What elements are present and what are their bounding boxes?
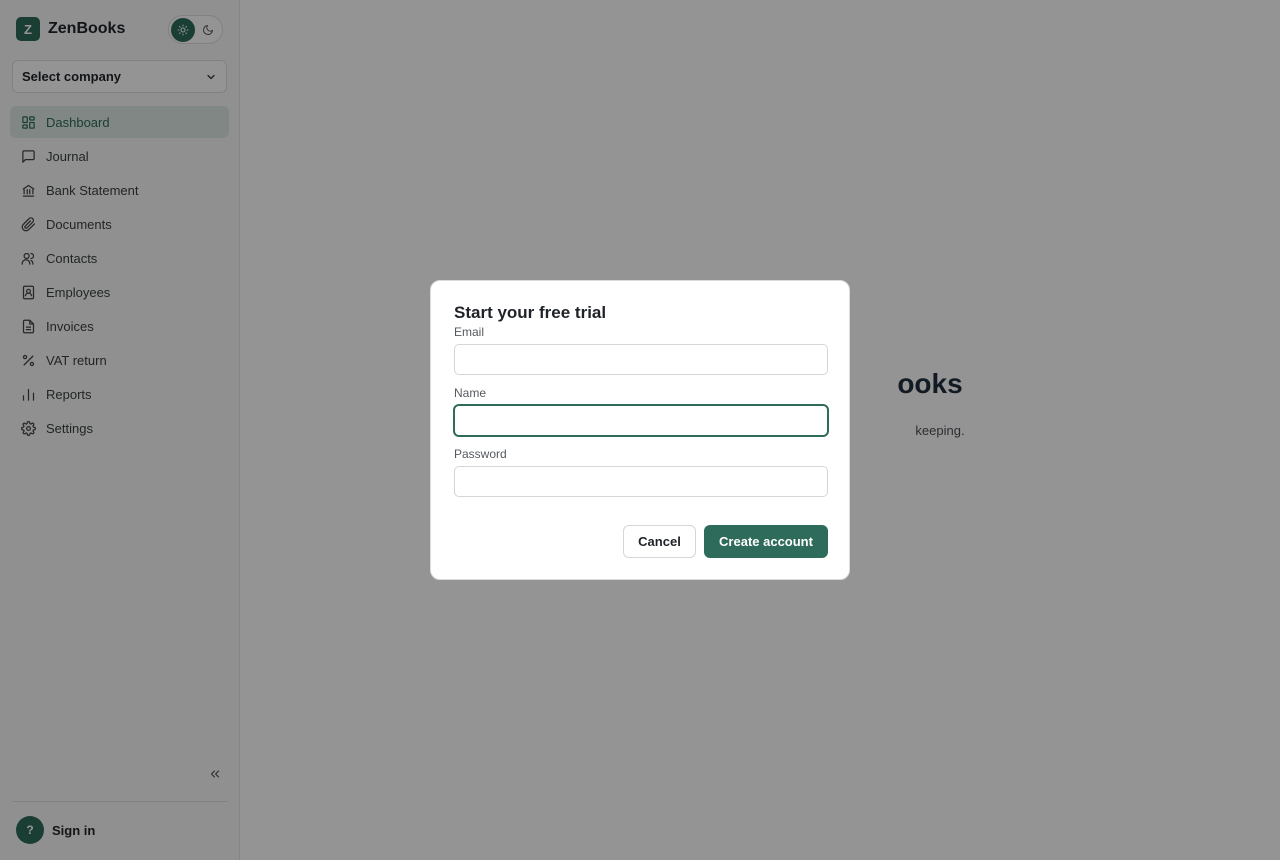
signup-dialog: Start your free trial Email Name Passwor… [430,280,850,580]
dialog-title: Start your free trial [454,303,607,322]
email-label: Email [454,325,485,339]
email-field[interactable] [454,344,828,375]
password-field[interactable] [454,466,828,497]
password-label: Password [454,447,507,461]
create-account-button[interactable]: Create account [704,525,828,558]
name-field[interactable] [454,405,828,436]
name-label: Name [454,386,487,400]
cancel-button[interactable]: Cancel [623,525,696,558]
